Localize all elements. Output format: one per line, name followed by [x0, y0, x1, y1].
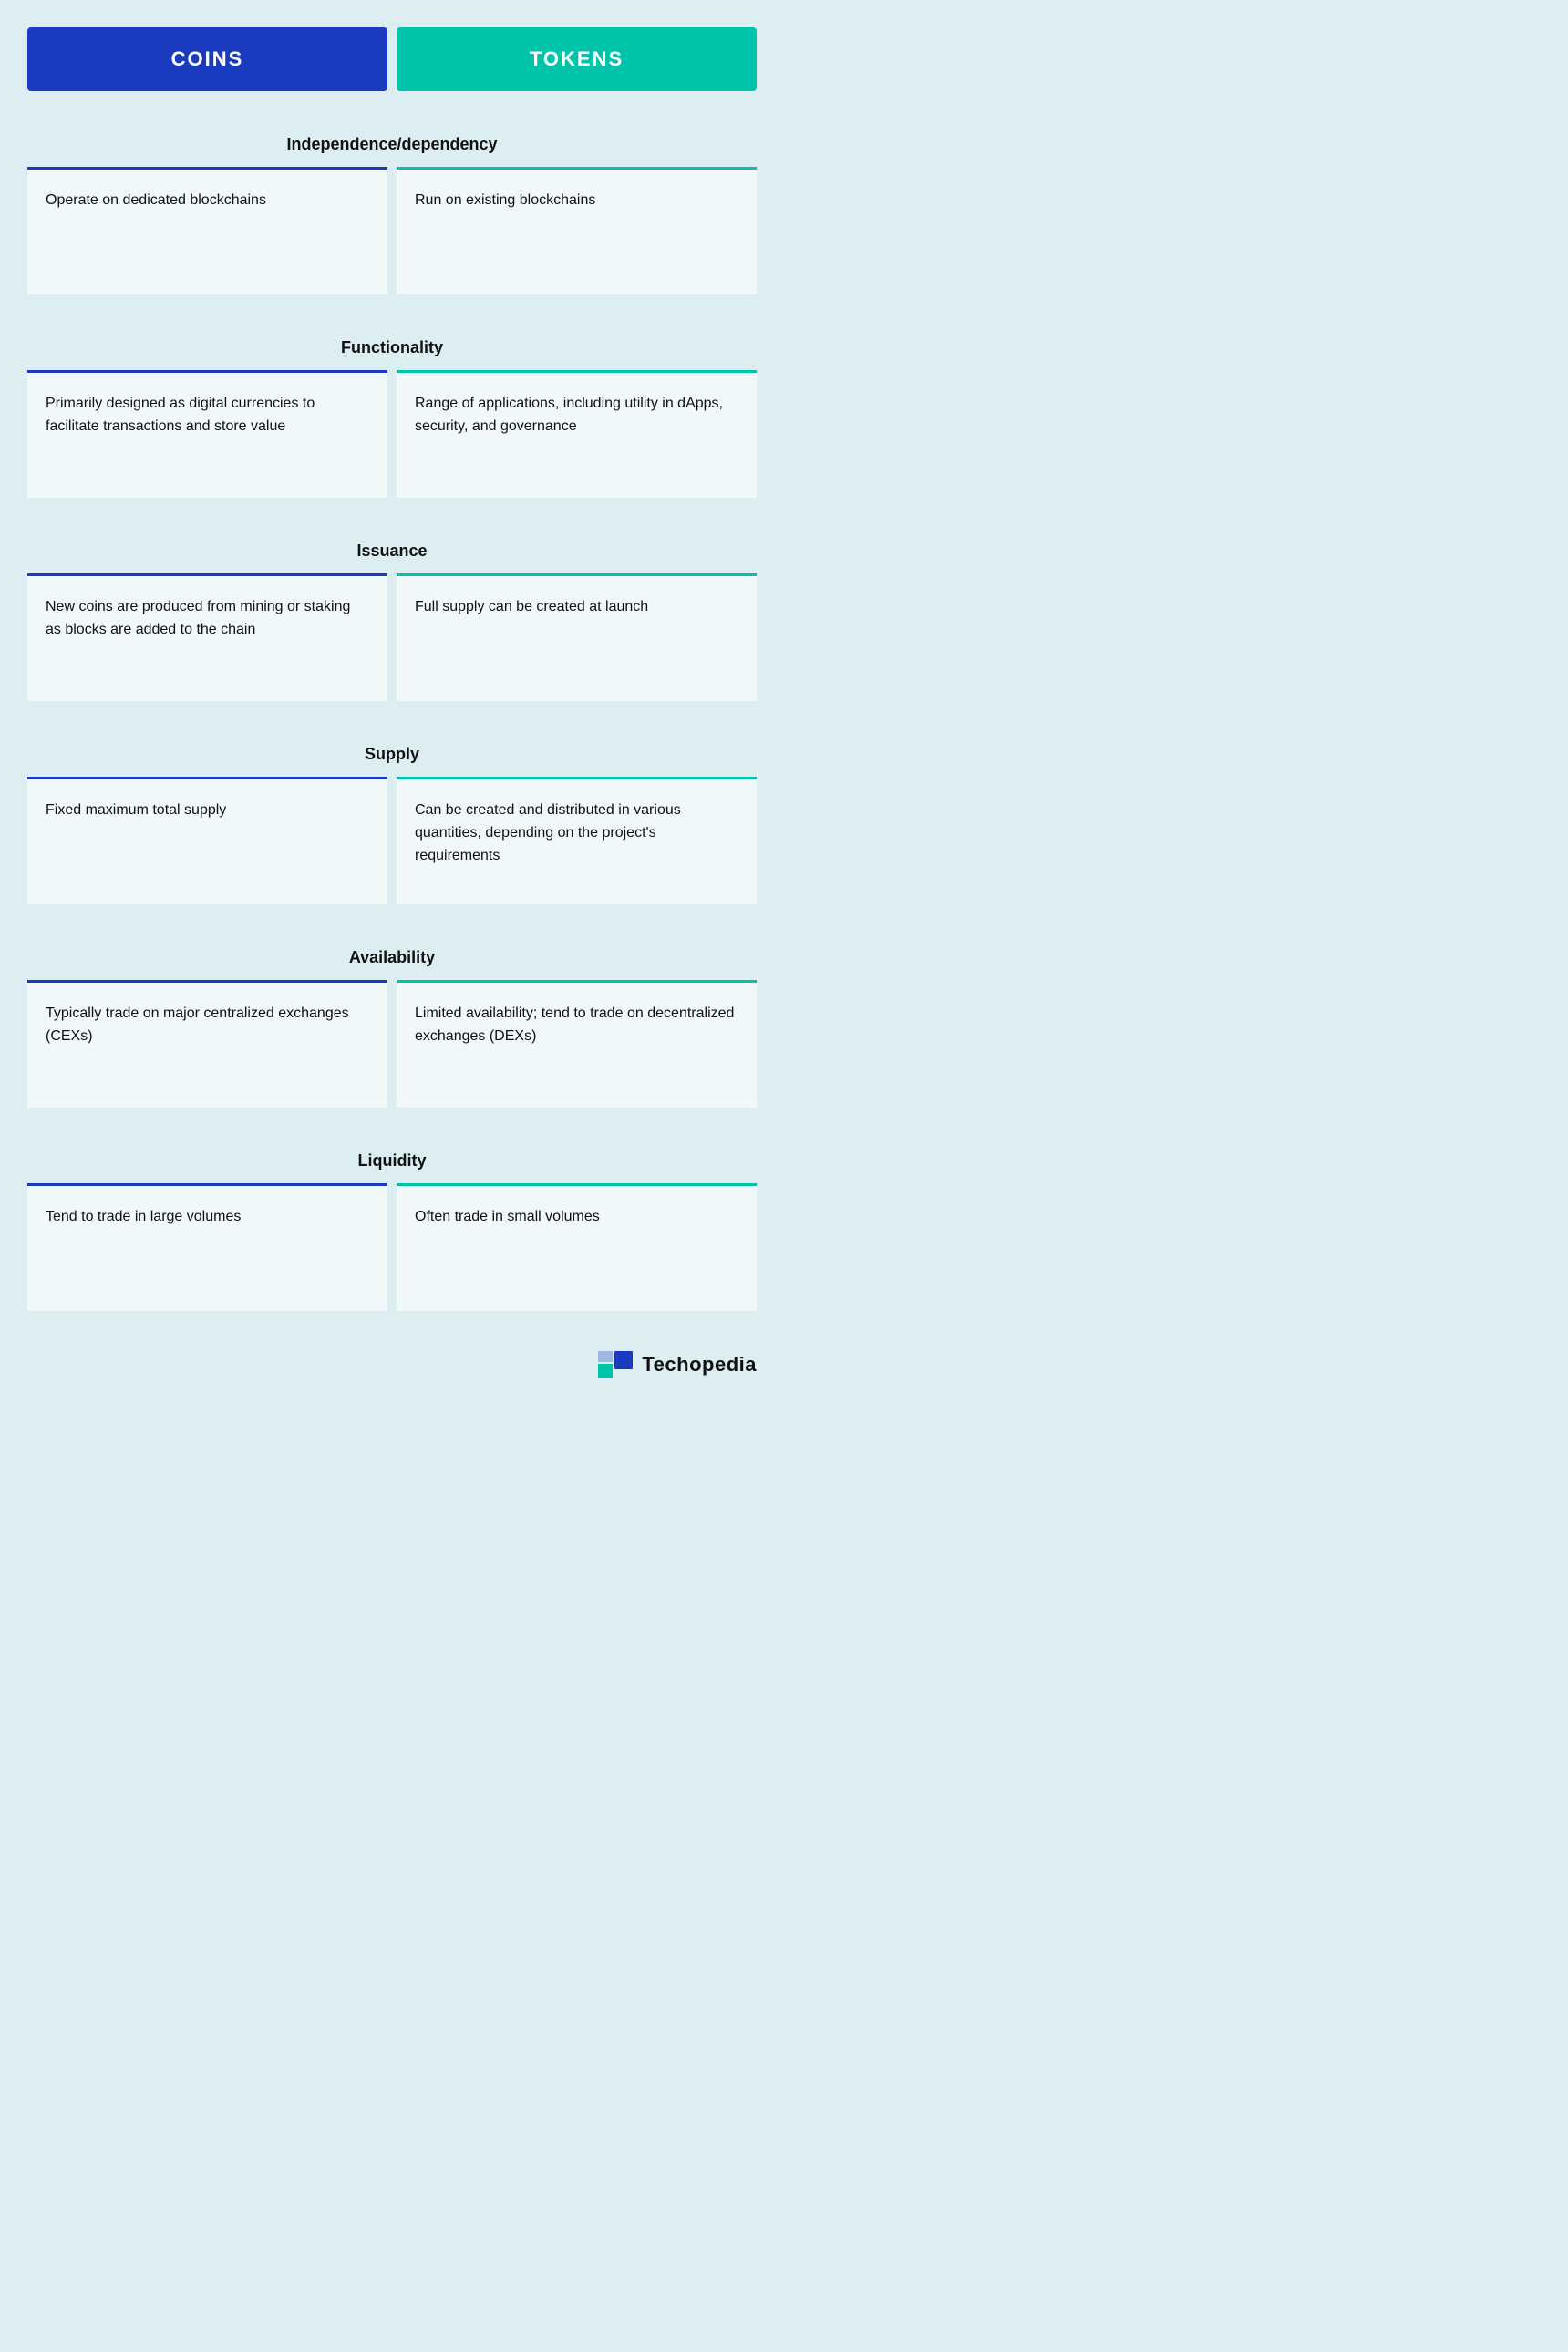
cell-tokens-issuance: Full supply can be created at launch [397, 573, 757, 701]
section-title-supply: Supply [27, 728, 757, 777]
section-issuance: Issuance New coins are produced from min… [27, 525, 757, 701]
section-title-liquidity: Liquidity [27, 1135, 757, 1183]
cell-coins-independence: Operate on dedicated blockchains [27, 167, 387, 294]
section-functionality: Functionality Primarily designed as digi… [27, 322, 757, 498]
cell-tokens-supply: Can be created and distributed in variou… [397, 777, 757, 904]
logo-text: Techopedia [642, 1353, 757, 1377]
comparison-row-availability: Typically trade on major centralized exc… [27, 980, 757, 1108]
section-liquidity: Liquidity Tend to trade in large volumes… [27, 1135, 757, 1311]
cell-coins-supply: Fixed maximum total supply [27, 777, 387, 904]
cell-coins-availability: Typically trade on major centralized exc… [27, 980, 387, 1108]
comparison-row-liquidity: Tend to trade in large volumes Often tra… [27, 1183, 757, 1311]
section-title-availability: Availability [27, 932, 757, 980]
cell-tokens-availability: Limited availability; tend to trade on d… [397, 980, 757, 1108]
comparison-row-independence: Operate on dedicated blockchains Run on … [27, 167, 757, 294]
section-independence: Independence/dependency Operate on dedic… [27, 119, 757, 294]
logo-row: Techopedia [27, 1347, 757, 1382]
cell-tokens-functionality: Range of applications, including utility… [397, 370, 757, 498]
header-tokens: TOKENS [397, 27, 757, 91]
section-title-functionality: Functionality [27, 322, 757, 370]
section-title-independence: Independence/dependency [27, 119, 757, 167]
comparison-row-supply: Fixed maximum total supply Can be create… [27, 777, 757, 904]
header-row: COINS TOKENS [27, 27, 757, 91]
cell-coins-functionality: Primarily designed as digital currencies… [27, 370, 387, 498]
comparison-row-functionality: Primarily designed as digital currencies… [27, 370, 757, 498]
section-title-issuance: Issuance [27, 525, 757, 573]
cell-coins-issuance: New coins are produced from mining or st… [27, 573, 387, 701]
cell-tokens-liquidity: Often trade in small volumes [397, 1183, 757, 1311]
logo-svg [598, 1347, 633, 1382]
cell-coins-liquidity: Tend to trade in large volumes [27, 1183, 387, 1311]
header-coins: COINS [27, 27, 387, 91]
comparison-row-issuance: New coins are produced from mining or st… [27, 573, 757, 701]
section-availability: Availability Typically trade on major ce… [27, 932, 757, 1108]
section-supply: Supply Fixed maximum total supply Can be… [27, 728, 757, 904]
techopedia-logo-icon [598, 1347, 633, 1382]
cell-tokens-independence: Run on existing blockchains [397, 167, 757, 294]
